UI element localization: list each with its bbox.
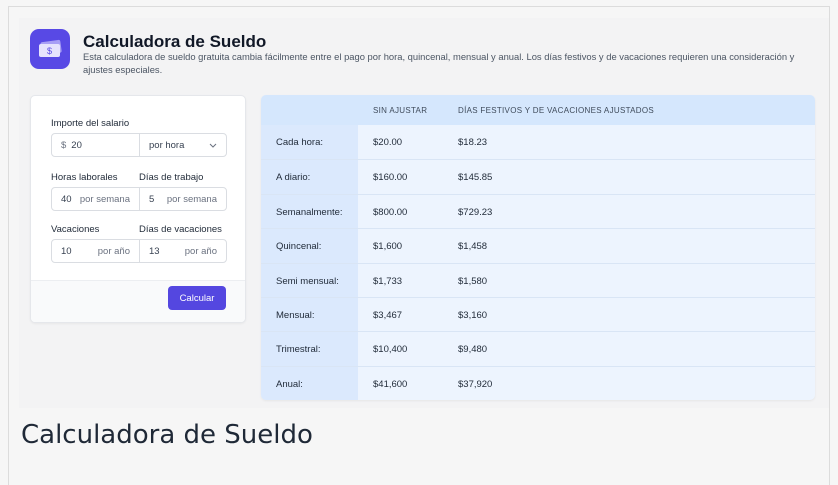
logo-glyph: $ [47,46,52,56]
table-row: Quincenal: $1,600 $1,458 [261,228,815,262]
row-unadjusted-value: $41,600 [373,378,408,390]
row-label: A diario: [276,172,311,184]
page-subtitle: Esta calculadora de sueldo gratuita camb… [83,51,795,75]
row-unadjusted-value: $20.00 [373,137,403,148]
header-unadjusted: SIN AJUSTAR [373,106,428,115]
row-adjusted-value: $37,920 [458,378,493,390]
form-footer: Calcular [31,280,245,322]
page-frame: $ Calculadora de Sueldo Esta calculadora… [8,6,830,485]
vacation-days-unit: por año [184,245,217,257]
row-unadjusted-value: $1,600 [373,241,403,253]
table-header: SIN AJUSTAR DÍAS FESTIVOS Y DE VACACIONE… [261,95,815,125]
page-title: Calculadora de Sueldo [83,32,267,51]
row-adjusted-value: $145.85 [458,172,493,184]
row-label: Anual: [276,378,303,390]
vacation-days-value: 13 [149,245,160,257]
table-row: Anual: $41,600 $37,920 [261,365,815,400]
row-label: Semi mensual: [276,275,339,287]
table-row: Trimestral: $10,400 $9,480 [261,331,815,365]
work-hours-label: Horas laborales [51,172,118,183]
table-row: Semi mensual: $1,733 $1,580 [261,262,815,297]
salary-amount-value: 20 [71,139,82,151]
work-days-value: 5 [149,193,155,205]
vacation-days-label: Días de vacaciones [139,224,222,235]
vacation-value: 10 [61,245,72,257]
vacation-label: Vacaciones [51,224,100,235]
row-adjusted-value: $1,580 [458,275,488,287]
work-hours-unit: por semana [79,193,130,205]
row-label: Cada hora: [276,137,324,148]
row-unadjusted-value: $3,467 [373,310,403,321]
work-days-label: Días de trabajo [139,172,204,183]
table-row: Cada hora: $20.00 $18.23 [261,125,815,159]
work-days-input[interactable]: 5 por semana [139,187,227,211]
page-caption: Calculadora de Sueldo [21,420,313,450]
row-label: Quincenal: [276,241,322,253]
header-adjusted: DÍAS FESTIVOS Y DE VACACIONES AJUSTADOS [458,106,655,115]
row-adjusted-value: $9,480 [458,344,488,356]
row-adjusted-value: $18.23 [458,137,488,148]
row-adjusted-value: $729.23 [458,206,493,218]
row-unadjusted-value: $10,400 [373,344,408,356]
row-label: Semanalmente: [276,206,343,218]
row-label: Mensual: [276,310,315,321]
vacation-unit: por año [97,245,130,257]
calculate-button[interactable]: Calcular [168,286,226,310]
salary-amount-label: Importe del salario [51,118,130,129]
row-adjusted-value: $3,160 [458,310,488,321]
pay-period-select[interactable]: por hora [139,133,227,157]
table-row: A diario: $160.00 $145.85 [261,159,815,193]
pay-period-value: por hora [149,139,185,151]
table-row: Semanalmente: $800.00 $729.23 [261,193,815,228]
row-label: Trimestral: [276,344,321,356]
row-unadjusted-value: $1,733 [373,275,403,287]
vacation-days-input[interactable]: 13 por año [139,239,227,263]
currency-symbol: $ [61,139,67,151]
salary-form: Importe del salario $ 20 por hora Horas … [30,95,246,323]
work-hours-value: 40 [61,193,72,205]
results-table: SIN AJUSTAR DÍAS FESTIVOS Y DE VACACIONE… [261,95,815,400]
salary-amount-input[interactable]: $ 20 [51,133,140,157]
work-days-unit: por semana [166,193,217,205]
money-icon: $ [30,29,70,69]
row-unadjusted-value: $800.00 [373,206,408,218]
row-adjusted-value: $1,458 [458,241,488,253]
work-hours-input[interactable]: 40 por semana [51,187,140,211]
vacation-input[interactable]: 10 por año [51,239,140,263]
table-row: Mensual: $3,467 $3,160 [261,297,815,331]
row-unadjusted-value: $160.00 [373,172,408,184]
chevron-down-icon [209,140,226,151]
